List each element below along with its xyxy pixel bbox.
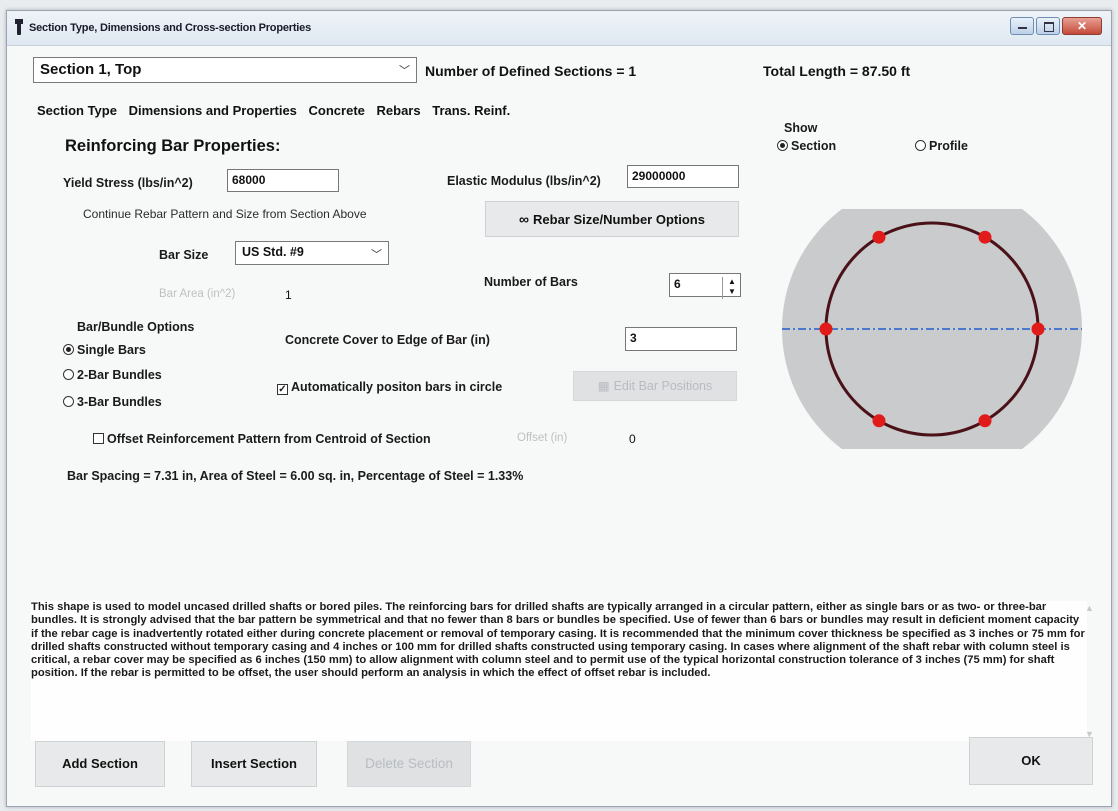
number-of-bars-spinner[interactable]: ▲ ▼ [722,277,741,299]
checkmark-icon: ✓ [277,384,288,395]
radio-single-bars-label: Single Bars [77,343,146,357]
edit-bar-positions-button[interactable]: ▦ Edit Bar Positions [573,371,737,401]
elastic-modulus-input[interactable]: 29000000 [627,165,739,188]
cross-section-view [782,209,1082,449]
auto-position-checkbox[interactable]: ✓ Automatically positon bars in circle [277,380,502,395]
radio-3-bar-bundles-label: 3-Bar Bundles [77,395,162,409]
offset-pattern-label: Offset Reinforcement Pattern from Centro… [107,432,431,446]
glasses-icon: ∞ [519,211,530,227]
offset-in-label: Offset (in) [517,432,568,444]
maximize-button[interactable] [1036,17,1060,35]
total-length: Total Length = 87.50 ft [763,63,911,79]
section-select[interactable]: Section 1, Top ﹀ [33,57,417,83]
edit-bar-positions-label: Edit Bar Positions [613,379,713,393]
radio-show-profile-label: Profile [929,139,968,153]
bar-size-select[interactable]: US Std. #9 ﹀ [235,241,389,265]
rebar-dot [872,230,886,244]
radio-single-bars[interactable]: Single Bars [63,343,146,357]
tab-section-type[interactable]: Section Type [37,103,117,118]
radio-3-bar-bundles[interactable]: 3-Bar Bundles [63,395,162,409]
checkbox-empty-icon [93,433,104,444]
continue-pattern-option[interactable]: Continue Rebar Pattern and Size from Sec… [83,207,367,221]
number-of-bars-value: 6 [674,277,681,291]
dialog-window: Section Type, Dimensions and Cross-secti… [6,10,1112,807]
window-title: Section Type, Dimensions and Cross-secti… [29,22,311,34]
spin-down-icon[interactable]: ▼ [723,287,741,297]
concrete-cover-input[interactable]: 3 [625,327,737,351]
rebar-dot [819,322,833,336]
tab-dimensions[interactable]: Dimensions and Properties [129,103,297,118]
tab-concrete[interactable]: Concrete [309,103,365,118]
auto-position-label: Automatically positon bars in circle [291,380,503,394]
insert-section-button[interactable]: Insert Section [191,741,317,787]
elastic-modulus-label: Elastic Modulus (lbs/in^2) [447,174,601,188]
section-select-value: Section 1, Top [40,61,142,78]
delete-section-button[interactable]: Delete Section [347,741,471,787]
ok-button[interactable]: OK [969,737,1093,785]
shape-description-note: This shape is used to model uncased dril… [31,601,1087,741]
rebar-size-options-label: Rebar Size/Number Options [533,212,705,227]
rebar-dot [978,414,992,428]
radio-on-icon [63,344,74,355]
yield-stress-label: Yield Stress (lbs/in^2) [63,176,193,190]
concrete-cover-label: Concrete Cover to Edge of Bar (in) [285,333,490,347]
defined-sections-count: Number of Defined Sections = 1 [425,63,637,79]
radio-2-bar-bundles[interactable]: 2-Bar Bundles [63,368,162,382]
minimize-button[interactable] [1010,17,1034,35]
radio-show-section[interactable]: Section [777,139,836,153]
radio-2-bar-bundles-label: 2-Bar Bundles [77,368,162,382]
scroll-up-icon[interactable]: ▲ [1085,603,1094,613]
radio-show-section-label: Section [791,139,837,153]
chevron-down-icon: ﹀ [371,249,382,261]
bar-area-label: Bar Area (in^2) [159,288,236,300]
tab-trans-reinf[interactable]: Trans. Reinf. [432,103,510,118]
radio-off-icon [915,140,926,151]
spin-up-icon[interactable]: ▲ [723,277,741,287]
rebar-dot [1031,322,1045,336]
rebar-size-options-button[interactable]: ∞ Rebar Size/Number Options [485,201,739,237]
edit-icon: ▦ [597,379,610,393]
tab-rebars[interactable]: Rebars [377,103,421,118]
rebar-dot [872,414,886,428]
radio-on-icon [777,140,788,151]
app-icon [15,19,23,35]
rebar-dot [978,230,992,244]
radio-off-icon [63,369,74,380]
close-button[interactable] [1062,17,1102,35]
radio-show-profile[interactable]: Profile [915,139,968,153]
rebar-heading: Reinforcing Bar Properties: [65,137,281,155]
bar-size-label: Bar Size [159,248,209,262]
bar-size-value: US Std. #9 [242,245,304,259]
show-heading: Show [784,121,818,135]
radio-off-icon [63,396,74,407]
bar-area-value: 1 [285,288,292,302]
tab-strip: Section Type Dimensions and Properties C… [37,103,518,118]
title-bar: Section Type, Dimensions and Cross-secti… [7,11,1111,46]
offset-in-value: 0 [629,432,636,446]
number-of-bars-label: Number of Bars [484,275,578,289]
steel-summary: Bar Spacing = 7.31 in, Area of Steel = 6… [67,469,524,483]
offset-pattern-checkbox[interactable]: Offset Reinforcement Pattern from Centro… [93,432,431,446]
bundle-options-heading: Bar/Bundle Options [77,320,195,334]
yield-stress-input[interactable]: 68000 [227,169,339,192]
add-section-button[interactable]: Add Section [35,741,165,787]
chevron-down-icon: ﹀ [399,65,410,77]
